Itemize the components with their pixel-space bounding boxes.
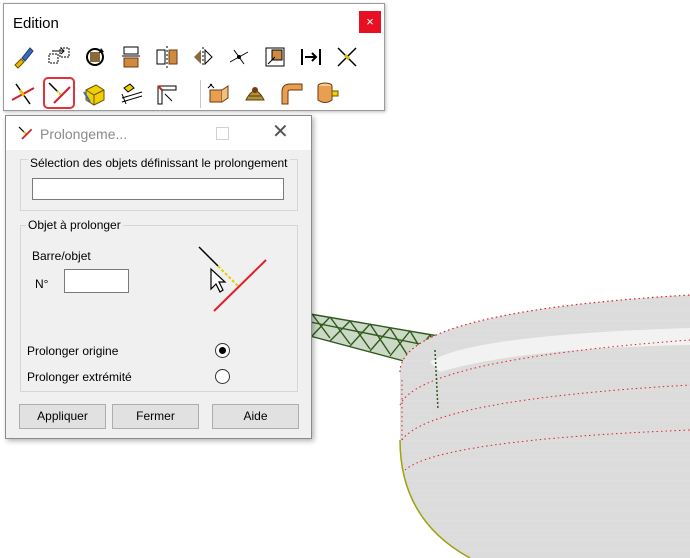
extend-to-icon[interactable] — [296, 42, 326, 72]
maximize-button[interactable] — [216, 127, 229, 140]
copy-translate-icon[interactable] — [116, 42, 146, 72]
extrude-icon[interactable] — [80, 78, 110, 108]
extend-dialog: Prolongeme... ✕ Sélection des objets déf… — [5, 115, 312, 439]
dialog-title-bar[interactable]: Prolongeme... ✕ — [6, 116, 311, 150]
help-button[interactable]: Aide — [212, 404, 299, 429]
move-objects-icon[interactable] — [44, 42, 74, 72]
dialog-close-button[interactable]: ✕ — [272, 121, 289, 143]
extend-icon — [18, 126, 33, 140]
radio-origin-label: Prolonger origine — [27, 344, 119, 358]
extend-icon[interactable] — [43, 77, 75, 109]
bar-object-label: Barre/objet — [32, 249, 91, 263]
apply-button[interactable]: Appliquer — [19, 404, 106, 429]
close-button[interactable]: Fermer — [112, 404, 199, 429]
cross-cut-icon[interactable] — [332, 42, 362, 72]
divide-icon[interactable] — [224, 42, 254, 72]
cylinder-tool-icon[interactable] — [312, 78, 342, 108]
toolbar-separator — [200, 80, 201, 108]
number-label: N° — [35, 277, 49, 291]
radio-origin-dot — [219, 347, 226, 354]
radio-origin[interactable] — [215, 343, 230, 358]
section-cut-icon[interactable] — [116, 78, 146, 108]
extend-illustration — [198, 246, 267, 312]
edition-toolbar: Edition × — [3, 3, 385, 111]
toolbar-close-button[interactable]: × — [359, 11, 381, 33]
thicken-icon[interactable] — [204, 78, 234, 108]
mirror-plane-icon[interactable] — [152, 42, 182, 72]
selection-input[interactable] — [32, 178, 284, 200]
bar-number-input[interactable] — [64, 269, 129, 293]
bend-pipe-icon[interactable] — [276, 78, 306, 108]
toolbar-title: Edition — [13, 15, 59, 32]
paint-brush-icon[interactable] — [8, 42, 38, 72]
circular-tank-mesh[interactable] — [399, 294, 690, 558]
extrude-surface-icon[interactable] — [240, 78, 270, 108]
corner-icon[interactable] — [152, 78, 182, 108]
selection-group-label: Sélection des objets définissant le prol… — [28, 156, 290, 170]
object-group-label: Objet à prolonger — [26, 218, 123, 232]
rotate-icon[interactable] — [80, 42, 110, 72]
trim-icon[interactable] — [8, 78, 38, 108]
dialog-title: Prolongeme... — [40, 126, 128, 142]
radio-end[interactable] — [215, 369, 230, 384]
radio-end-label: Prolonger extrémité — [27, 370, 132, 384]
scale-icon[interactable] — [260, 42, 290, 72]
symmetry-icon[interactable] — [188, 42, 218, 72]
